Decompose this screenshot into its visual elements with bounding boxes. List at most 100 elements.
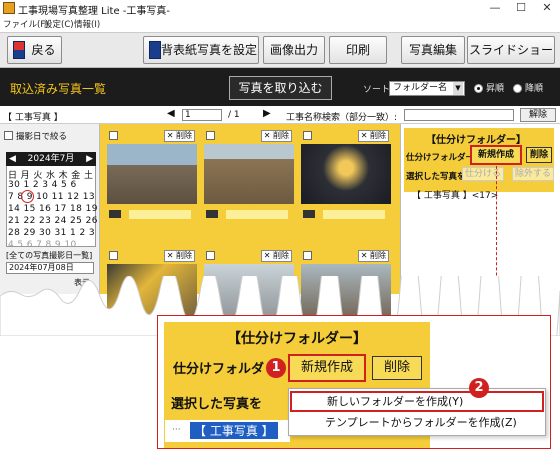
photo-card[interactable]: ✕ 削除: [301, 128, 391, 236]
calendar-week[interactable]: 4 5 6 7 8 9 10: [8, 240, 77, 250]
print-button[interactable]: 印刷: [329, 36, 387, 64]
app-icon: [3, 2, 15, 14]
page-total: / 1: [228, 110, 240, 120]
calendar-month: ◀ 2024年7月 ▶: [6, 152, 96, 166]
current-folder-label: 【 工事写真 】: [3, 113, 63, 123]
cal-prev-icon[interactable]: ◀: [6, 152, 16, 166]
selected-photos-label: 選択した写真を: [406, 172, 466, 182]
delete-label: 削除: [273, 251, 289, 260]
prev-page-icon[interactable]: ◀: [167, 108, 175, 119]
list-title: 取込済み写真一覧: [10, 82, 107, 96]
back-label: 戻る: [31, 43, 56, 57]
all-dates-label: [全ての写真撮影日一覧]: [6, 251, 93, 260]
calendar-month-label: 2024年7月: [27, 154, 75, 164]
photo-checkbox[interactable]: [109, 131, 118, 140]
menu-info[interactable]: 情報(I): [74, 18, 100, 30]
step-2-badge: 2: [469, 378, 489, 398]
search-label: 工事名称検索（部分一致）:: [286, 113, 398, 123]
menu-settings[interactable]: 設定(C): [44, 18, 74, 30]
photo-caption-bar: [129, 210, 191, 219]
photo-checkbox[interactable]: [303, 131, 312, 140]
folder-tree-label: 【 工事写真 】: [412, 191, 472, 201]
calendar-week[interactable]: 28 29 30 31 1 2 3: [8, 228, 95, 238]
sort-asc-label: 昇順: [486, 84, 505, 94]
page-select[interactable]: 1: [182, 109, 222, 121]
menu-new-folder[interactable]: 新しいフォルダーを作成(Y): [290, 391, 544, 412]
cal-next-icon[interactable]: ▶: [86, 152, 96, 166]
zoom-folder-label: 仕分けフォルダ: [173, 362, 265, 377]
sort-select[interactable]: フォルダー名 ▼: [389, 81, 465, 96]
minimize-icon[interactable]: —: [482, 0, 508, 17]
photo-checkbox[interactable]: [109, 251, 118, 260]
maximize-icon[interactable]: ☐: [508, 0, 534, 17]
selected-date-marker: [21, 190, 34, 203]
calendar-week[interactable]: 14 15 16 17 18 19 20: [8, 204, 113, 214]
sort-asc-radio[interactable]: [474, 84, 483, 93]
window-title: 工事現場写真整理 Lite -工事写真-: [18, 6, 170, 17]
sort-value: フォルダー名: [393, 83, 448, 93]
photo-card[interactable]: ✕ 削除: [204, 128, 294, 236]
photo-thumbnail[interactable]: [301, 144, 391, 204]
back-button[interactable]: 戻る: [7, 36, 62, 64]
filter-date-label: 撮影日で絞る: [16, 132, 68, 142]
sort-desc-radio[interactable]: [513, 84, 522, 93]
delete-label: 削除: [370, 251, 386, 260]
new-folder-button[interactable]: 新規作成: [288, 354, 366, 382]
folder-icon: [206, 210, 218, 218]
calendar-week[interactable]: 30 1 2 3 4 5 6: [8, 180, 77, 190]
step-1-badge: 1: [266, 358, 286, 378]
next-page-icon[interactable]: ▶: [263, 108, 271, 119]
exclude-photos-button[interactable]: 除外する: [512, 167, 554, 181]
delete-label: 削除: [273, 131, 289, 140]
folder-icon: [303, 210, 315, 218]
delete-label: 削除: [176, 251, 192, 260]
delete-label: 削除: [370, 131, 386, 140]
close-icon[interactable]: ✕: [534, 0, 560, 17]
sort-label: ソート: [363, 85, 391, 95]
chevron-down-icon: ▼: [453, 82, 463, 95]
photo-checkbox[interactable]: [206, 131, 215, 140]
photo-caption-bar: [226, 210, 288, 219]
photo-checkbox[interactable]: [206, 251, 215, 260]
zoom-tree-item[interactable]: 【 工事写真 】: [190, 422, 278, 439]
sort-desc-label: 降順: [525, 84, 544, 94]
delete-photo-button[interactable]: ✕ 削除: [357, 250, 389, 262]
folder-icon: [109, 210, 121, 218]
new-folder-button-small[interactable]: 新規作成: [470, 145, 522, 165]
delete-photo-button[interactable]: ✕ 削除: [260, 250, 292, 262]
photo-checkbox[interactable]: [303, 251, 312, 260]
zoom-title: 【仕分けフォルダー】: [227, 331, 367, 347]
photo-edit-button[interactable]: 写真編集: [401, 36, 465, 64]
image-output-button[interactable]: 画像出力: [263, 36, 325, 64]
calendar-week[interactable]: 21 22 23 24 25 26 27: [8, 216, 113, 226]
import-photos-button[interactable]: 写真を取り込む: [229, 76, 332, 100]
page-value: 1: [185, 110, 191, 120]
menu-folder-from-template[interactable]: テンプレートからフォルダーを作成(Z): [290, 414, 544, 434]
photo-card[interactable]: ✕ 削除: [107, 128, 197, 236]
search-input[interactable]: [404, 109, 514, 121]
delete-photo-button[interactable]: ✕ 削除: [260, 130, 292, 142]
clear-search-button[interactable]: 解除: [520, 108, 556, 122]
set-spine-photo-button[interactable]: 背表紙写真を設定: [143, 36, 259, 64]
date-select[interactable]: 2024年07月08日: [6, 262, 94, 274]
set-spine-photo-label: 背表紙写真を設定: [160, 43, 257, 57]
menu-file[interactable]: ファイル(F): [3, 18, 49, 30]
slideshow-button[interactable]: スライドショー: [467, 36, 555, 64]
spine-icon: [149, 41, 161, 59]
sort-photos-button[interactable]: 仕分ける: [462, 167, 504, 181]
sort-folder-label: 仕分けフォルダー: [406, 153, 475, 163]
delete-photo-button[interactable]: ✕ 削除: [163, 130, 195, 142]
delete-label: 削除: [176, 131, 192, 140]
photo-thumbnail[interactable]: [107, 144, 197, 204]
delete-folder-button-small[interactable]: 削除: [526, 147, 552, 163]
photo-grid: ✕ 削除 ✕ 削除 ✕ 削除 ✕ 削除 ✕ 削除 ✕ 削除: [100, 124, 400, 324]
photo-thumbnail[interactable]: [204, 144, 294, 204]
folder-tree-item[interactable]: 【 工事写真 】<17>: [412, 188, 498, 201]
delete-photo-button[interactable]: ✕ 削除: [357, 130, 389, 142]
folder-tree-count: <17>: [471, 191, 499, 201]
filter-date-checkbox[interactable]: [4, 131, 13, 140]
tree-connector: ···: [172, 425, 181, 435]
delete-photo-button[interactable]: ✕ 削除: [163, 250, 195, 262]
date-value: 2024年07月08日: [9, 263, 74, 272]
delete-folder-button[interactable]: 削除: [372, 356, 422, 380]
